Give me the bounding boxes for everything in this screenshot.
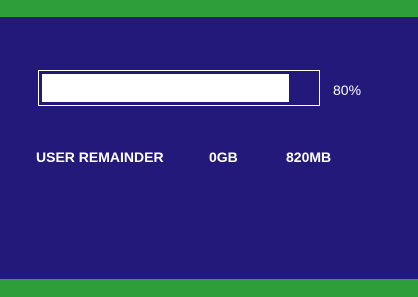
progress-bar <box>38 70 320 106</box>
progress-bar-fill <box>42 74 289 102</box>
progress-percent-label: 80% <box>333 82 362 98</box>
storage-gb-value: 0GB <box>209 149 238 165</box>
top-accent-bar <box>0 0 418 17</box>
storage-remainder-label: USER REMAINDER <box>36 149 164 165</box>
storage-mb-value: 820MB <box>286 149 332 165</box>
bottom-accent-bar <box>0 279 418 297</box>
